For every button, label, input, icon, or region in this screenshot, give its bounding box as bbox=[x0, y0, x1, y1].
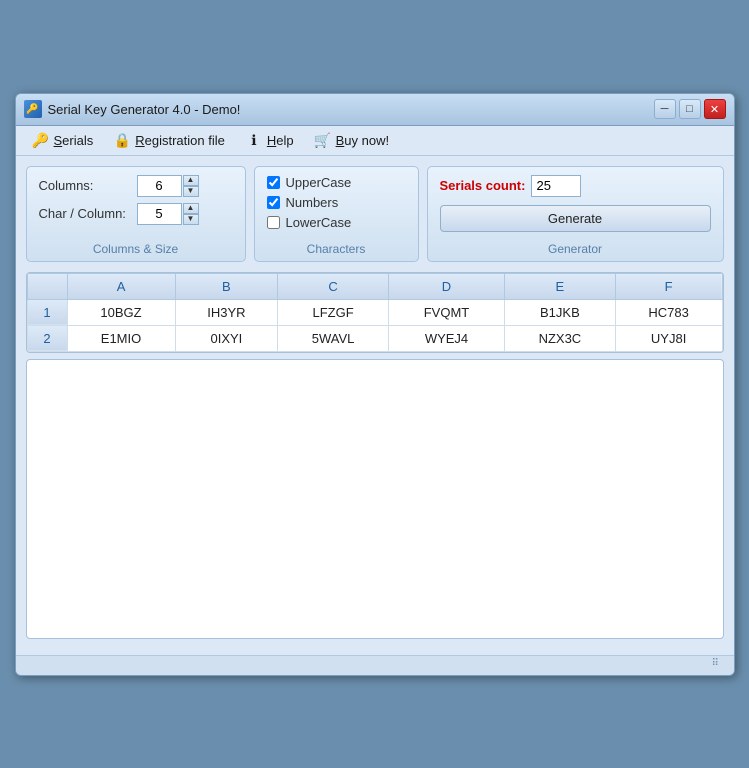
serials-count-label: Serials count: bbox=[440, 178, 526, 193]
serials-count-input[interactable] bbox=[531, 175, 581, 197]
table-cell-1: IH3YR bbox=[175, 299, 278, 325]
menu-bar: 🔑 Serials 🔒 Registration file ℹ Help 🛒 B… bbox=[16, 126, 734, 156]
window-title: Serial Key Generator 4.0 - Demo! bbox=[48, 102, 241, 117]
table-header-a: A bbox=[67, 273, 175, 299]
table-cell-2: 5WAVL bbox=[278, 325, 389, 351]
close-button[interactable]: ✕ bbox=[704, 99, 726, 119]
columns-spinner-buttons: ▲ ▼ bbox=[183, 175, 199, 197]
serials-table: A B C D E F 110BGZIH3YRLFZGFFVQMTB1JKBHC… bbox=[27, 273, 723, 352]
minimize-button[interactable]: ─ bbox=[654, 99, 676, 119]
characters-section-label: Characters bbox=[255, 242, 418, 256]
serials-menu-icon: 🔑 bbox=[32, 131, 50, 149]
serials-table-container: A B C D E F 110BGZIH3YRLFZGFFVQMTB1JKBHC… bbox=[26, 272, 724, 353]
menu-serials[interactable]: 🔑 Serials bbox=[24, 128, 102, 152]
generator-section-label: Generator bbox=[428, 242, 723, 256]
columns-field-row: Columns: ▲ ▼ bbox=[39, 175, 233, 197]
char-column-down-button[interactable]: ▼ bbox=[183, 214, 199, 225]
table-row: 2E1MIO0IXYI5WAVLWYEJ4NZX3CUYJ8I bbox=[27, 325, 722, 351]
columns-label: Columns: bbox=[39, 178, 129, 193]
table-header-b: B bbox=[175, 273, 278, 299]
title-bar-left: 🔑 Serial Key Generator 4.0 - Demo! bbox=[24, 100, 241, 118]
menu-buynow[interactable]: 🛒 Buy now! bbox=[306, 128, 397, 152]
table-cell-0: 10BGZ bbox=[67, 299, 175, 325]
table-cell-4: B1JKB bbox=[505, 299, 616, 325]
char-column-label: Char / Column: bbox=[39, 206, 129, 221]
uppercase-label[interactable]: UpperCase bbox=[286, 175, 352, 190]
generate-button[interactable]: Generate bbox=[440, 205, 711, 232]
lowercase-checkbox[interactable] bbox=[267, 216, 280, 229]
columns-up-button[interactable]: ▲ bbox=[183, 175, 199, 186]
registration-menu-label: Registration file bbox=[135, 133, 225, 148]
main-content: Columns: ▲ ▼ Char / Column: ▲ bbox=[16, 156, 734, 655]
help-menu-icon: ℹ bbox=[245, 131, 263, 149]
char-column-input[interactable] bbox=[137, 203, 182, 225]
registration-menu-icon: 🔒 bbox=[113, 131, 131, 149]
columns-spinner: ▲ ▼ bbox=[137, 175, 199, 197]
table-cell-4: NZX3C bbox=[505, 325, 616, 351]
app-icon: 🔑 bbox=[24, 100, 42, 118]
buynow-menu-icon: 🛒 bbox=[314, 131, 332, 149]
table-body: 110BGZIH3YRLFZGFFVQMTB1JKBHC7832E1MIO0IX… bbox=[27, 299, 722, 351]
table-cell-3: WYEJ4 bbox=[388, 325, 504, 351]
characters-section: UpperCase Numbers LowerCase Characters bbox=[254, 166, 419, 262]
controls-panel: Columns: ▲ ▼ Char / Column: ▲ bbox=[26, 166, 724, 262]
lowercase-label[interactable]: LowerCase bbox=[286, 215, 352, 230]
menu-registration[interactable]: 🔒 Registration file bbox=[105, 128, 233, 152]
columns-section: Columns: ▲ ▼ Char / Column: ▲ bbox=[26, 166, 246, 262]
status-bar: ⠿ bbox=[16, 655, 734, 675]
help-menu-label: Help bbox=[267, 133, 294, 148]
uppercase-checkbox[interactable] bbox=[267, 176, 280, 189]
maximize-button[interactable]: □ bbox=[679, 99, 701, 119]
numbers-row: Numbers bbox=[267, 195, 406, 210]
char-column-up-button[interactable]: ▲ bbox=[183, 203, 199, 214]
char-column-spinner: ▲ ▼ bbox=[137, 203, 199, 225]
char-column-spinner-buttons: ▲ ▼ bbox=[183, 203, 199, 225]
table-header-row-num bbox=[27, 273, 67, 299]
table-cell-5: UYJ8I bbox=[615, 325, 722, 351]
table-row: 110BGZIH3YRLFZGFFVQMTB1JKBHC783 bbox=[27, 299, 722, 325]
title-controls: ─ □ ✕ bbox=[654, 99, 726, 119]
generator-section: Serials count: Generate Generator bbox=[427, 166, 724, 262]
numbers-checkbox[interactable] bbox=[267, 196, 280, 209]
char-column-field-row: Char / Column: ▲ ▼ bbox=[39, 203, 233, 225]
buynow-menu-label: Buy now! bbox=[336, 133, 389, 148]
main-window: 🔑 Serial Key Generator 4.0 - Demo! ─ □ ✕… bbox=[15, 93, 735, 676]
lowercase-row: LowerCase bbox=[267, 215, 406, 230]
columns-down-button[interactable]: ▼ bbox=[183, 186, 199, 197]
table-header-e: E bbox=[505, 273, 616, 299]
columns-section-label: Columns & Size bbox=[27, 242, 245, 256]
table-cell-row-num: 1 bbox=[27, 299, 67, 325]
table-header-c: C bbox=[278, 273, 389, 299]
resize-grip[interactable]: ⠿ bbox=[712, 658, 726, 672]
numbers-label[interactable]: Numbers bbox=[286, 195, 339, 210]
serials-count-row: Serials count: bbox=[440, 175, 711, 197]
table-header: A B C D E F bbox=[27, 273, 722, 299]
table-cell-3: FVQMT bbox=[388, 299, 504, 325]
table-cell-1: 0IXYI bbox=[175, 325, 278, 351]
table-header-f: F bbox=[615, 273, 722, 299]
table-header-row: A B C D E F bbox=[27, 273, 722, 299]
menu-help[interactable]: ℹ Help bbox=[237, 128, 302, 152]
table-cell-row-num: 2 bbox=[27, 325, 67, 351]
uppercase-row: UpperCase bbox=[267, 175, 406, 190]
table-cell-5: HC783 bbox=[615, 299, 722, 325]
table-header-d: D bbox=[388, 273, 504, 299]
columns-input[interactable] bbox=[137, 175, 182, 197]
empty-area bbox=[26, 359, 724, 639]
table-cell-2: LFZGF bbox=[278, 299, 389, 325]
title-bar: 🔑 Serial Key Generator 4.0 - Demo! ─ □ ✕ bbox=[16, 94, 734, 126]
table-cell-0: E1MIO bbox=[67, 325, 175, 351]
serials-menu-label: Serials bbox=[54, 133, 94, 148]
